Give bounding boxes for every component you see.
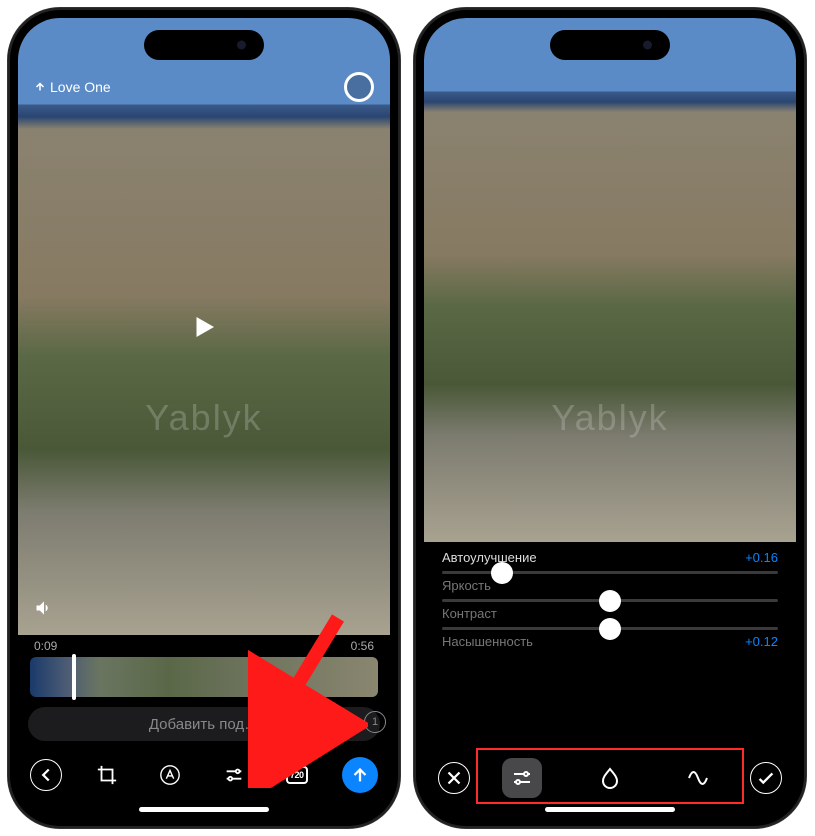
adjust-row: Автоулучшение +0.16 bbox=[442, 550, 778, 574]
text-a-icon bbox=[159, 764, 181, 786]
chevron-left-icon bbox=[35, 764, 57, 786]
adjustments-panel: Автоулучшение +0.16 Яркость Контраст Насышен… bbox=[424, 542, 796, 649]
editor-toolbar: 720 bbox=[18, 751, 390, 799]
sliders-icon bbox=[223, 764, 245, 786]
check-icon bbox=[755, 767, 777, 789]
dynamic-island bbox=[550, 30, 670, 60]
adjust-button[interactable] bbox=[216, 757, 252, 793]
sound-button[interactable] bbox=[34, 598, 54, 623]
arrow-up-icon bbox=[349, 764, 371, 786]
adjust-name: Контраст bbox=[442, 606, 497, 621]
back-label: Love One bbox=[50, 79, 111, 95]
time-start: 0:09 bbox=[34, 639, 57, 653]
text-tool-button[interactable] bbox=[152, 757, 188, 793]
caption-count-badge: 1 bbox=[364, 711, 386, 733]
play-button[interactable] bbox=[189, 312, 219, 342]
confirm-button[interactable] bbox=[750, 762, 782, 794]
filters-mode-button[interactable] bbox=[590, 758, 630, 798]
slider-knob[interactable] bbox=[599, 618, 621, 640]
caption-placeholder: Добавить под… bbox=[149, 716, 259, 733]
caption-input[interactable]: Добавить под… 1 bbox=[28, 707, 380, 741]
drop-icon bbox=[598, 766, 622, 790]
arrow-up-icon bbox=[34, 81, 46, 93]
record-indicator[interactable] bbox=[344, 72, 374, 102]
slider-knob[interactable] bbox=[491, 562, 513, 584]
playhead[interactable] bbox=[72, 654, 76, 700]
dynamic-island bbox=[144, 30, 264, 60]
crop-icon bbox=[96, 764, 118, 786]
adjust-toolbar bbox=[424, 752, 796, 804]
scrubber[interactable] bbox=[30, 657, 378, 697]
close-icon bbox=[443, 767, 465, 789]
adjust-name: Яркость bbox=[442, 578, 491, 593]
adjust-value: +0.16 bbox=[745, 550, 778, 565]
slider-knob[interactable] bbox=[599, 590, 621, 612]
curves-mode-button[interactable] bbox=[678, 758, 718, 798]
photo-preview[interactable] bbox=[424, 18, 796, 542]
video-preview[interactable]: Love One bbox=[18, 18, 390, 635]
time-end: 0:56 bbox=[351, 639, 374, 653]
home-indicator[interactable] bbox=[545, 807, 675, 812]
adjust-name: Автоулучшение bbox=[442, 550, 537, 565]
back-chevron-button[interactable] bbox=[30, 759, 62, 791]
adjust-mode-button[interactable] bbox=[502, 758, 542, 798]
phone-left: Yablyk Love One 0:09 bbox=[8, 8, 400, 828]
timeline: 0:09 0:56 bbox=[18, 635, 390, 697]
adjust-row: Яркость bbox=[442, 578, 778, 602]
adjust-slider[interactable] bbox=[442, 599, 778, 602]
back-button[interactable]: Love One bbox=[34, 79, 111, 95]
phone-right: Yablyk Автоулучшение+0.16ЯркостьКонтраст… bbox=[414, 8, 806, 828]
share-button[interactable] bbox=[342, 757, 378, 793]
resolution-button[interactable]: 720 bbox=[279, 757, 315, 793]
adjust-value: +0.12 bbox=[745, 634, 778, 649]
cancel-button[interactable] bbox=[438, 762, 470, 794]
adjust-slider[interactable] bbox=[442, 571, 778, 574]
adjust-slider[interactable] bbox=[442, 627, 778, 630]
crop-button[interactable] bbox=[89, 757, 125, 793]
sliders-icon bbox=[510, 766, 534, 790]
adjust-name: Насышенность bbox=[442, 634, 533, 649]
speaker-icon bbox=[34, 598, 54, 618]
wave-icon bbox=[686, 766, 710, 790]
home-indicator[interactable] bbox=[139, 807, 269, 812]
resolution-label: 720 bbox=[286, 766, 308, 784]
play-icon bbox=[189, 312, 219, 342]
